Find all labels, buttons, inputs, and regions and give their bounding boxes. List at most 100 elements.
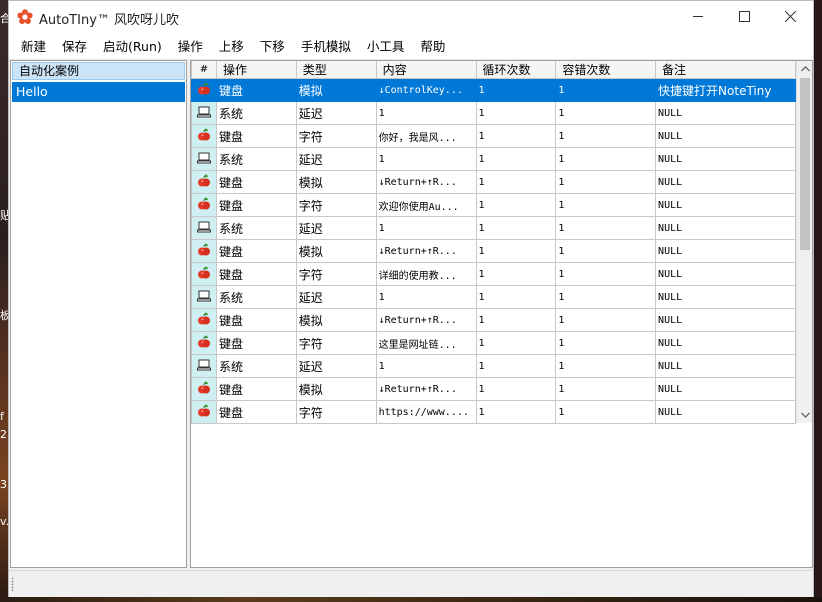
cell-content[interactable]: 1 bbox=[375, 354, 477, 378]
cell-note[interactable]: NULL bbox=[655, 170, 796, 194]
table-row[interactable]: 键盘 模拟 ↓Return+↑R... 1 1 NULL bbox=[191, 239, 796, 263]
cell-type[interactable]: 字符 bbox=[295, 193, 377, 217]
cell-note[interactable]: NULL bbox=[655, 101, 796, 125]
cell-loop-count[interactable]: 1 bbox=[475, 170, 557, 194]
column-header-content[interactable]: 内容 bbox=[375, 61, 477, 79]
cell-content[interactable]: ↓Return+↑R... bbox=[375, 377, 477, 401]
cell-content[interactable]: 详细的使用教... bbox=[375, 262, 477, 286]
cell-note[interactable]: NULL bbox=[655, 216, 796, 240]
cell-operation[interactable]: 键盘 bbox=[215, 239, 297, 263]
cell-note[interactable]: NULL bbox=[655, 262, 796, 286]
table-row[interactable]: 系统 延迟 1 1 1 NULL bbox=[191, 354, 796, 378]
cell-operation[interactable]: 键盘 bbox=[215, 193, 297, 217]
cell-type[interactable]: 延迟 bbox=[295, 285, 377, 309]
cell-operation[interactable]: 系统 bbox=[215, 101, 297, 125]
cell-type[interactable]: 模拟 bbox=[295, 239, 377, 263]
menu-move-up[interactable]: 上移 bbox=[211, 33, 252, 58]
table-row[interactable]: 系统 延迟 1 1 1 NULL bbox=[191, 101, 796, 125]
cell-type[interactable]: 字符 bbox=[295, 124, 377, 148]
cell-retry-count[interactable]: 1 bbox=[555, 308, 657, 332]
cell-operation[interactable]: 键盘 bbox=[215, 377, 297, 401]
cell-operation[interactable]: 系统 bbox=[215, 147, 297, 171]
table-row[interactable]: 系统 延迟 1 1 1 NULL bbox=[191, 216, 796, 240]
cell-content[interactable]: 1 bbox=[375, 147, 477, 171]
table-row[interactable]: 系统 延迟 1 1 1 NULL bbox=[191, 285, 796, 309]
menu-operate[interactable]: 操作 bbox=[170, 33, 211, 58]
table-row[interactable]: 键盘 字符 欢迎你使用Au... 1 1 NULL bbox=[191, 193, 796, 217]
cell-retry-count[interactable]: 1 bbox=[555, 331, 657, 355]
cell-type[interactable]: 延迟 bbox=[295, 354, 377, 378]
cell-loop-count[interactable]: 1 bbox=[475, 239, 557, 263]
cell-loop-count[interactable]: 1 bbox=[475, 377, 557, 401]
cell-note[interactable]: NULL bbox=[655, 193, 796, 217]
cell-retry-count[interactable]: 1 bbox=[555, 285, 657, 309]
scrollbar-thumb[interactable] bbox=[800, 78, 810, 250]
cell-loop-count[interactable]: 1 bbox=[475, 262, 557, 286]
case-list-item[interactable]: Hello bbox=[12, 82, 185, 102]
table-row[interactable]: 键盘 字符 这里是网址链... 1 1 NULL bbox=[191, 331, 796, 355]
cell-operation[interactable]: 键盘 bbox=[215, 124, 297, 148]
cell-note[interactable]: NULL bbox=[655, 124, 796, 148]
table-row[interactable]: 键盘 字符 你好，我是风... 1 1 NULL bbox=[191, 124, 796, 148]
cell-loop-count[interactable]: 1 bbox=[475, 216, 557, 240]
scroll-up-arrow-icon[interactable] bbox=[797, 61, 813, 77]
table-row[interactable]: 键盘 模拟 ↓Return+↑R... 1 1 NULL bbox=[191, 308, 796, 332]
cell-content[interactable]: 1 bbox=[375, 101, 477, 125]
vertical-scrollbar[interactable] bbox=[796, 61, 812, 423]
cell-content[interactable]: 你好，我是风... bbox=[375, 124, 477, 148]
cell-retry-count[interactable]: 1 bbox=[555, 400, 657, 423]
cell-loop-count[interactable]: 1 bbox=[475, 285, 557, 309]
menu-tools[interactable]: 小工具 bbox=[359, 33, 413, 58]
cell-loop-count[interactable]: 1 bbox=[475, 331, 557, 355]
cell-note[interactable]: NULL bbox=[655, 331, 796, 355]
cell-note[interactable]: NULL bbox=[655, 285, 796, 309]
cell-retry-count[interactable]: 1 bbox=[555, 354, 657, 378]
cell-note[interactable]: NULL bbox=[655, 400, 796, 423]
cell-retry-count[interactable]: 1 bbox=[555, 124, 657, 148]
cell-loop-count[interactable]: 1 bbox=[475, 124, 557, 148]
minimize-button[interactable] bbox=[675, 1, 721, 32]
cell-loop-count[interactable]: 1 bbox=[475, 193, 557, 217]
cell-type[interactable]: 延迟 bbox=[295, 147, 377, 171]
cell-content[interactable]: 1 bbox=[375, 216, 477, 240]
cell-content[interactable]: https://www.... bbox=[375, 400, 477, 423]
cell-note[interactable]: 快捷键打开NoteTiny bbox=[655, 78, 796, 102]
table-row[interactable]: 键盘 模拟 ↓Return+↑R... 1 1 NULL bbox=[191, 170, 796, 194]
cell-loop-count[interactable]: 1 bbox=[475, 101, 557, 125]
cell-content[interactable]: 欢迎你使用Au... bbox=[375, 193, 477, 217]
maximize-button[interactable] bbox=[721, 1, 767, 32]
cell-loop-count[interactable]: 1 bbox=[475, 308, 557, 332]
cell-content[interactable]: ↓ControlKey... bbox=[375, 78, 477, 102]
cell-operation[interactable]: 系统 bbox=[215, 285, 297, 309]
scroll-down-arrow-icon[interactable] bbox=[797, 407, 813, 423]
menu-save[interactable]: 保存 bbox=[54, 33, 95, 58]
column-header-index[interactable]: # bbox=[191, 61, 217, 79]
menu-phone-sim[interactable]: 手机模拟 bbox=[293, 33, 359, 58]
close-button[interactable] bbox=[767, 1, 813, 32]
cell-content[interactable]: 这里是网址链... bbox=[375, 331, 477, 355]
menu-move-down[interactable]: 下移 bbox=[252, 33, 293, 58]
table-row[interactable]: 键盘 字符 详细的使用教... 1 1 NULL bbox=[191, 262, 796, 286]
cell-content[interactable]: ↓Return+↑R... bbox=[375, 170, 477, 194]
cell-note[interactable]: NULL bbox=[655, 239, 796, 263]
cell-operation[interactable]: 键盘 bbox=[215, 400, 297, 423]
cell-retry-count[interactable]: 1 bbox=[555, 239, 657, 263]
cell-type[interactable]: 模拟 bbox=[295, 377, 377, 401]
cell-retry-count[interactable]: 1 bbox=[555, 78, 657, 102]
cell-retry-count[interactable]: 1 bbox=[555, 170, 657, 194]
column-header-type[interactable]: 类型 bbox=[295, 61, 377, 79]
menu-help[interactable]: 帮助 bbox=[412, 33, 453, 58]
table-row[interactable]: 键盘 字符 https://www.... 1 1 NULL bbox=[191, 400, 796, 423]
cell-type[interactable]: 模拟 bbox=[295, 308, 377, 332]
column-header-loop-count[interactable]: 循环次数 bbox=[475, 61, 557, 79]
cell-retry-count[interactable]: 1 bbox=[555, 262, 657, 286]
cell-retry-count[interactable]: 1 bbox=[555, 377, 657, 401]
cell-type[interactable]: 延迟 bbox=[295, 216, 377, 240]
column-header-retry-count[interactable]: 容错次数 bbox=[555, 61, 657, 79]
cell-content[interactable]: ↓Return+↑R... bbox=[375, 308, 477, 332]
cell-loop-count[interactable]: 1 bbox=[475, 400, 557, 423]
cell-retry-count[interactable]: 1 bbox=[555, 216, 657, 240]
cell-loop-count[interactable]: 1 bbox=[475, 354, 557, 378]
cell-operation[interactable]: 键盘 bbox=[215, 308, 297, 332]
cell-operation[interactable]: 系统 bbox=[215, 354, 297, 378]
